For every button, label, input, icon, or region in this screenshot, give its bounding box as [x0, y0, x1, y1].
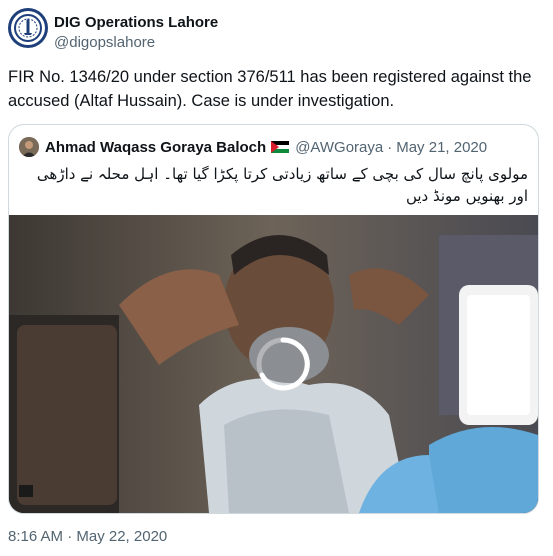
quoted-date[interactable]: May 21, 2020	[396, 139, 487, 156]
quoted-tweet[interactable]: Ahmad Waqass Goraya Baloch @AWGoraya · M…	[8, 124, 539, 514]
quoted-tweet-text: مولوی پانچ سال کی بچی کے ساتھ زیادتی کرت…	[36, 165, 528, 205]
quoted-tweet-header: Ahmad Waqass Goraya Baloch @AWGoraya · M…	[19, 136, 487, 158]
tweet-timestamp[interactable]: 8:16 AM · May 22, 2020	[8, 528, 167, 545]
tweet-text: FIR No. 1346/20 under section 376/511 ha…	[8, 68, 532, 110]
quoted-avatar[interactable]	[19, 137, 39, 157]
tweet-header: DIG Operations Lahore @digopslahore	[8, 8, 538, 56]
separator-dot: ·	[387, 138, 393, 156]
display-name[interactable]: DIG Operations Lahore	[54, 14, 218, 32]
quoted-user-handle[interactable]: @AWGoraya	[295, 139, 383, 156]
video-player[interactable]	[9, 215, 538, 513]
user-handle[interactable]: @digopslahore	[54, 33, 218, 53]
police-emblem-icon	[11, 11, 45, 45]
quoted-display-name[interactable]: Ahmad Waqass Goraya Baloch	[45, 139, 266, 156]
avatar[interactable]	[8, 8, 48, 48]
loading-spinner-icon	[256, 337, 310, 391]
palestine-flag-icon	[271, 141, 290, 153]
